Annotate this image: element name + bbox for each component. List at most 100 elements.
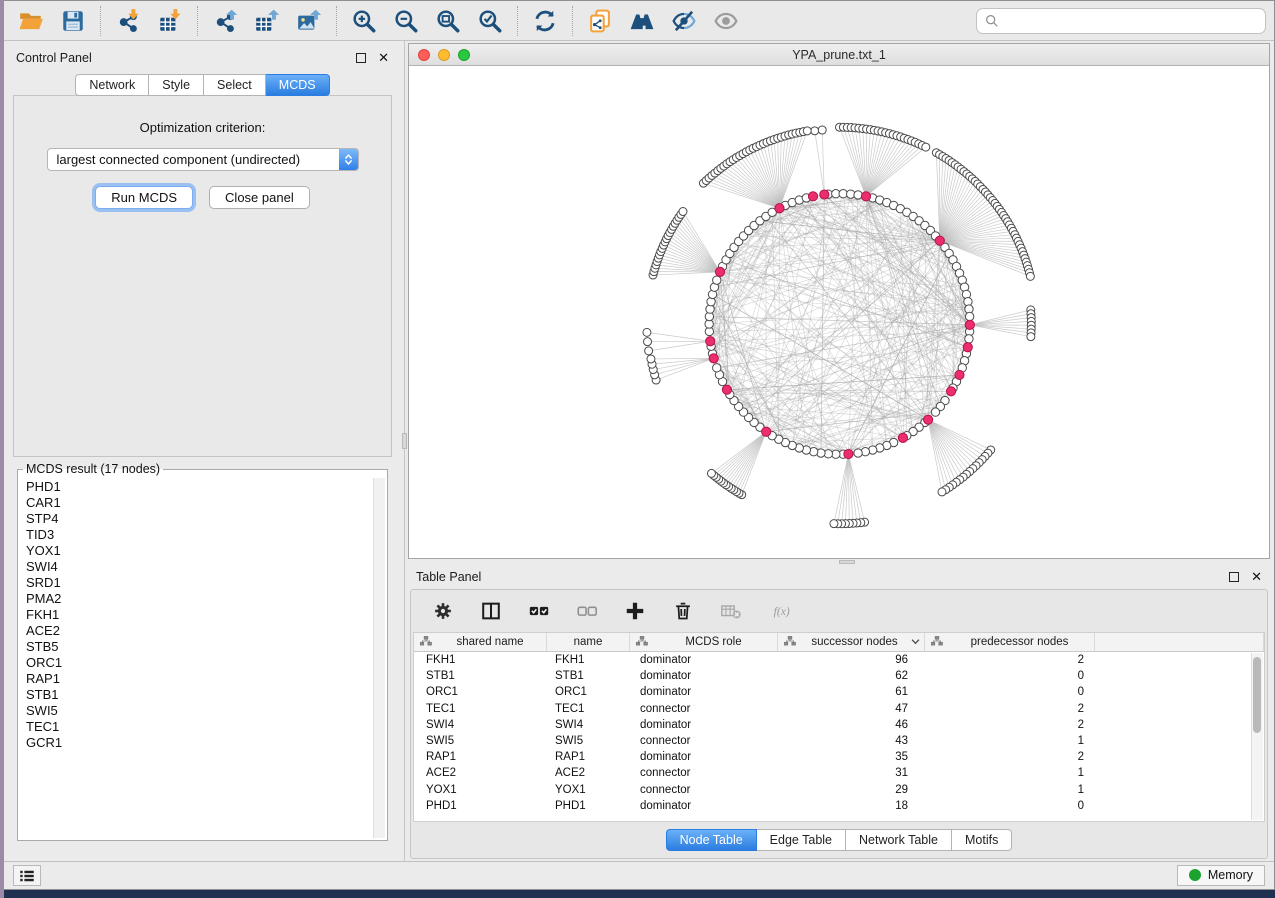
close-panel-icon[interactable]: ✕ [1251, 572, 1262, 582]
cell: dominator [630, 800, 778, 812]
cell: ACE2 [414, 767, 547, 779]
table-row[interactable]: SWI4SWI4dominator462 [414, 717, 1264, 733]
mcds-result-item[interactable]: GCR1 [19, 735, 372, 751]
mcds-result-item[interactable]: PMA2 [19, 591, 372, 607]
mcds-result-item[interactable]: TEC1 [19, 719, 372, 735]
cell: 35 [778, 751, 925, 763]
zoom-out-icon[interactable] [385, 6, 427, 36]
import-table-icon[interactable] [149, 6, 191, 36]
tab-select[interactable]: Select [204, 74, 266, 96]
column-header-MCDS-role[interactable]: MCDS role [630, 633, 778, 651]
export-network-icon[interactable] [204, 6, 246, 36]
cp-tabs: NetworkStyleSelectMCDS [4, 74, 401, 96]
column-header-predecessor-nodes[interactable]: predecessor nodes [925, 633, 1095, 651]
tab-mcds[interactable]: MCDS [266, 74, 330, 96]
float-panel-icon[interactable] [1229, 572, 1239, 582]
select-all-icon[interactable] [527, 599, 551, 623]
mcds-result-item[interactable]: FKH1 [19, 607, 372, 623]
mcds-result-item[interactable]: RAP1 [19, 671, 372, 687]
task-history-button[interactable] [13, 865, 41, 886]
table-row[interactable]: YOX1YOX1connector291 [414, 782, 1264, 798]
mcds-result-item[interactable]: SWI4 [19, 559, 372, 575]
optimization-criterion-select[interactable]: largest connected component (undirected) [47, 148, 359, 171]
mcds-result-item[interactable]: STB5 [19, 639, 372, 655]
tab-network[interactable]: Network [75, 74, 149, 96]
export-table-icon[interactable] [246, 6, 288, 36]
zoom-fit-icon[interactable] [427, 6, 469, 36]
mcds-result-item[interactable]: SRD1 [19, 575, 372, 591]
cell: 1 [925, 767, 1095, 779]
table-row[interactable]: PHD1PHD1dominator180 [414, 798, 1264, 814]
table-row[interactable]: FKH1FKH1dominator962 [414, 652, 1264, 668]
tab-node-table[interactable]: Node Table [666, 829, 757, 851]
mcds-result-item[interactable]: ACE2 [19, 623, 372, 639]
save-icon[interactable] [52, 6, 94, 36]
table-row[interactable]: STB1STB1dominator620 [414, 668, 1264, 684]
splitter-grip[interactable] [839, 560, 855, 564]
zoom-in-icon[interactable] [343, 6, 385, 36]
splitter-grip[interactable] [402, 433, 407, 449]
run-mcds-button[interactable]: Run MCDS [95, 186, 193, 209]
tab-edge-table[interactable]: Edge Table [757, 829, 846, 851]
hide-selected-icon[interactable] [663, 6, 705, 36]
zoom-selected-icon[interactable] [469, 6, 511, 36]
tab-network-table[interactable]: Network Table [846, 829, 952, 851]
table-row[interactable]: ORC1ORC1dominator610 [414, 684, 1264, 700]
open-icon[interactable] [10, 6, 52, 36]
copy-network-icon[interactable] [579, 6, 621, 36]
table-scrollbar-thumb[interactable] [1253, 657, 1261, 733]
horizontal-splitter[interactable] [408, 559, 1270, 565]
column-header-name[interactable]: name [547, 633, 630, 651]
toolbar-group [100, 6, 197, 36]
memory-button[interactable]: Memory [1177, 865, 1265, 886]
table-row[interactable]: SWI5SWI5connector431 [414, 733, 1264, 749]
mcds-result-item[interactable]: STP4 [19, 511, 372, 527]
search-input[interactable] [1005, 13, 1257, 30]
gear-icon[interactable] [431, 599, 455, 623]
delete-icon[interactable] [671, 599, 695, 623]
mcds-result-item[interactable]: YOX1 [19, 543, 372, 559]
mcds-result-item[interactable]: STB1 [19, 687, 372, 703]
cell: PHD1 [547, 800, 630, 812]
column-header-successor-nodes[interactable]: successor nodes [778, 633, 925, 651]
mcds-result-item[interactable]: SWI5 [19, 703, 372, 719]
export-image-icon[interactable] [288, 6, 330, 36]
table-row[interactable]: TEC1TEC1connector472 [414, 701, 1264, 717]
cell: YOX1 [414, 784, 547, 796]
import-network-icon[interactable] [107, 6, 149, 36]
cell: 43 [778, 735, 925, 747]
refresh-icon[interactable] [524, 6, 566, 36]
table-scrollbar[interactable] [1251, 653, 1263, 820]
mcds-result-item[interactable]: PHD1 [19, 479, 372, 495]
tab-style[interactable]: Style [149, 74, 204, 96]
toolbar-group [197, 6, 336, 36]
float-panel-icon[interactable] [356, 53, 366, 63]
cell: ORC1 [414, 686, 547, 698]
tree-icon [931, 636, 943, 649]
mcds-result-item[interactable]: ORC1 [19, 655, 372, 671]
network-canvas[interactable] [409, 66, 1269, 558]
add-icon[interactable] [623, 599, 647, 623]
cell: connector [630, 735, 778, 747]
mcds-list-scrollbar[interactable] [373, 478, 385, 838]
column-header-shared-name[interactable]: shared name [414, 633, 547, 651]
mcds-result-item[interactable]: CAR1 [19, 495, 372, 511]
close-panel-button[interactable]: Close panel [209, 186, 310, 209]
close-panel-icon[interactable]: ✕ [378, 53, 389, 63]
tree-icon [636, 636, 648, 649]
network-window: YPA_prune.txt_1 [408, 43, 1270, 559]
main-toolbar-groups [4, 1, 753, 40]
search-box[interactable] [976, 8, 1266, 34]
binoculars-icon[interactable] [621, 6, 663, 36]
mcds-result-item[interactable]: TID3 [19, 527, 372, 543]
sort-desc-icon [911, 637, 920, 648]
table-row[interactable]: RAP1RAP1dominator352 [414, 749, 1264, 765]
tab-motifs[interactable]: Motifs [952, 829, 1012, 851]
deselect-all-icon[interactable] [575, 599, 599, 623]
split-columns-icon[interactable] [479, 599, 503, 623]
network-titlebar[interactable]: YPA_prune.txt_1 [409, 44, 1269, 66]
cell: 1 [925, 784, 1095, 796]
table-row[interactable]: ACE2ACE2connector311 [414, 765, 1264, 781]
vertical-splitter[interactable] [401, 41, 408, 861]
main-toolbar [4, 1, 1274, 41]
